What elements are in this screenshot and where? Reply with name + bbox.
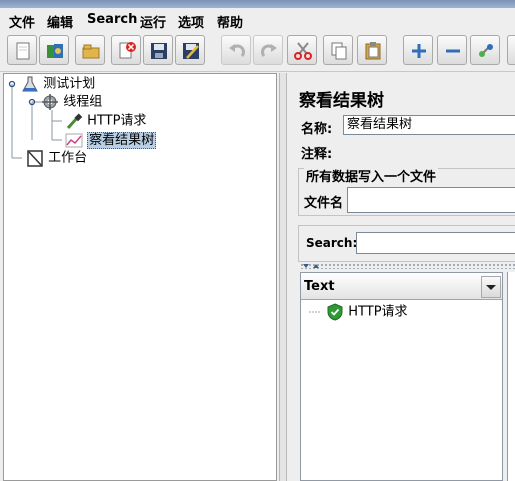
result-column-header: Text [304,279,335,294]
cut-icon [294,42,312,60]
menu-edit[interactable]: 编辑 [47,12,73,31]
tree-node-http-request[interactable]: HTTP请求 [65,112,146,130]
tree-toggle-icon [28,98,36,106]
success-shield-icon [327,303,343,321]
window-titlebar [0,0,515,8]
redo-icon [261,44,277,57]
filename-input[interactable] [347,187,515,213]
result-item[interactable]: HTTP请求 [308,303,408,321]
menu-bar: 文件 编辑 Search 运行 选项 帮助 [0,8,515,32]
more-toolbar-button[interactable] [507,35,515,65]
close-button[interactable] [111,35,141,65]
tree-label-thread-group: 线程组 [63,94,103,110]
undo-button[interactable] [221,35,251,65]
cut-button[interactable] [287,35,317,65]
expand-icon [412,44,426,58]
tree-toggle-icon [8,80,16,88]
test-plan-tree: 测试计划 线程组 HTTP请求 察看结果树 工作台 [3,73,277,481]
pipette-icon [66,113,83,130]
new-icon [16,42,30,60]
search-input[interactable] [356,232,515,254]
tree-node-result-tree[interactable]: 察看结果树 [65,131,157,149]
toggle-button[interactable] [470,35,500,65]
close-icon [119,42,136,59]
name-label: 名称: [301,122,333,137]
renderer-dropdown[interactable] [481,276,501,298]
copy-button[interactable] [323,35,353,65]
gear-icon [42,94,59,110]
tree-node-workbench[interactable]: 工作台 [26,149,87,167]
search-label: Search: [306,236,358,250]
paste-icon [365,42,381,60]
collapse-arrows-icon[interactable] [301,263,325,270]
tree-label-test-plan: 测试计划 [43,76,96,92]
comment-label: 注释: [301,147,333,162]
open-button[interactable] [75,35,105,65]
collapse-icon [446,49,460,53]
redo-button[interactable] [253,35,283,65]
collapse-button[interactable] [437,35,467,65]
tree-line-icon [309,311,321,313]
templates-icon [47,44,63,58]
tree-label-result-tree: 察看结果树 [87,131,157,149]
tree-node-thread-group[interactable]: 线程组 [27,93,102,111]
filename-label: 文件名 [304,196,344,211]
workbench-icon [27,150,43,167]
save-button[interactable] [143,35,173,65]
save-as-button[interactable] [175,35,205,65]
save-icon [151,43,167,59]
save-as-icon [183,43,199,59]
tree-node-test-plan[interactable]: 测试计划 [7,75,95,93]
copy-icon [331,42,347,60]
paste-button[interactable] [357,35,387,65]
response-panel-edge [507,272,515,481]
tree-label-http-request: HTTP请求 [87,113,147,129]
undo-icon [229,44,245,57]
menu-search[interactable]: Search [87,12,137,27]
open-icon [82,44,100,59]
page-title: 察看结果树 [299,91,384,111]
tree-label-workbench: 工作台 [48,150,88,166]
toolbar [0,32,515,72]
group-title: 所有数据写入一个文件 [304,166,439,185]
menu-options[interactable]: 选项 [178,12,204,31]
menu-file[interactable]: 文件 [9,12,35,31]
chevron-down-icon [486,285,496,290]
split-handle[interactable] [300,263,515,269]
result-item-label: HTTP请求 [348,304,408,320]
menu-run[interactable]: 运行 [140,12,166,31]
toggle-icon [479,44,493,57]
panel-splitter[interactable] [279,73,287,481]
flask-icon [22,76,38,92]
graph-icon [65,133,83,148]
menu-help[interactable]: 帮助 [217,12,243,31]
new-button[interactable] [7,35,37,65]
expand-button[interactable] [403,35,433,65]
comment-field[interactable] [340,140,515,160]
templates-button[interactable] [39,35,69,65]
name-field[interactable]: 察看结果树 [343,115,515,135]
